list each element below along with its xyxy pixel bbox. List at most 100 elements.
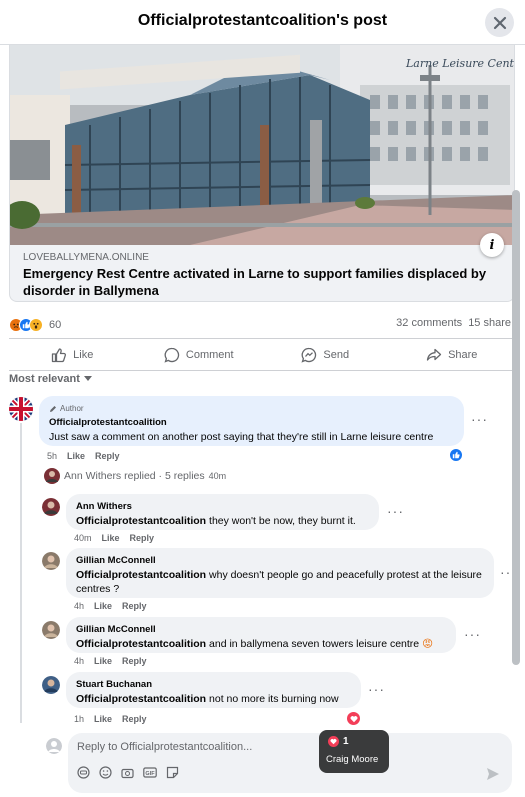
comment-author-name[interactable]: Ann Withers (76, 500, 369, 514)
avatar[interactable] (9, 397, 33, 421)
mention-link[interactable]: Officialprotestantcoalition (76, 569, 206, 581)
send-icon[interactable] (486, 767, 500, 781)
avatar[interactable] (42, 676, 60, 694)
angry-emoji: 😡 (422, 638, 434, 650)
comment-meta: 40m Like Reply (74, 533, 154, 543)
info-button[interactable]: i (480, 233, 504, 257)
more-options-button[interactable]: ··· (387, 503, 404, 519)
link-preview-card[interactable]: Larne Leisure Centre i LOVEBALLYMENA.ONL… (9, 45, 515, 302)
sort-label: Most relevant (9, 373, 80, 385)
comment-reply-link[interactable]: Reply (122, 601, 147, 611)
dialog-title: Officialprotestantcoalition's post (137, 12, 388, 29)
comment-author-name[interactable]: Gillian McConnell (76, 623, 446, 637)
image-sign-text: Larne Leisure Centre (405, 57, 515, 70)
comments-count[interactable]: 32 comments (396, 317, 462, 329)
comment-text: and in ballymena seven towers leisure ce… (206, 638, 420, 650)
link-domain: LOVEBALLYMENA.ONLINE (23, 252, 149, 263)
comment-reply-link[interactable]: Reply (95, 451, 120, 461)
close-button[interactable] (485, 8, 514, 37)
comment-time[interactable]: 40m (74, 533, 92, 543)
comment-like-link[interactable]: Like (94, 714, 112, 724)
comment-time[interactable]: 4h (74, 601, 84, 611)
reply-toolbar: GIF (77, 766, 179, 779)
avatar[interactable] (42, 621, 60, 639)
comment-author-name[interactable]: Gillian McConnell (76, 554, 484, 568)
post-content[interactable]: Larne Leisure Centre i LOVEBALLYMENA.ONL… (0, 45, 525, 797)
comment-sort-dropdown[interactable]: Most relevant (9, 373, 92, 385)
comment-bubble: Gillian McConnell Officialprotestantcoal… (66, 548, 494, 598)
comment-time[interactable]: 1h (74, 714, 84, 724)
article-image[interactable]: Larne Leisure Centre (10, 45, 515, 245)
comment-reply-link[interactable]: Reply (122, 656, 147, 666)
avatar[interactable] (42, 552, 60, 570)
comment-reply-link[interactable]: Reply (122, 714, 147, 724)
gif-icon[interactable]: GIF (143, 766, 157, 779)
post-action-bar: Like Comment Send Share (9, 338, 515, 371)
share-label: Share (448, 348, 478, 361)
comment-like-link[interactable]: Like (94, 656, 112, 666)
comment-like-link[interactable]: Like (67, 451, 85, 461)
comment-icon (164, 347, 180, 363)
comment-author-name[interactable]: Officialprotestantcoalition (49, 416, 454, 430)
comment-meta: 4h Like Reply (74, 656, 147, 666)
more-options-button[interactable]: ··· (368, 681, 385, 697)
comment-meta: 5h Like Reply (47, 451, 120, 461)
thread-line (20, 423, 22, 723)
emoji-icon[interactable] (99, 766, 112, 779)
comment-like-link[interactable]: Like (94, 601, 112, 611)
comment-time[interactable]: 5h (47, 451, 57, 461)
reaction-summary[interactable]: 60 (9, 316, 61, 334)
messenger-icon (301, 347, 317, 363)
engagement-counts: 32 comments 15 share (390, 317, 511, 329)
scrollbar[interactable] (512, 190, 520, 665)
mention-link[interactable]: Officialprotestantcoalition (76, 515, 206, 527)
comment-time[interactable]: 4h (74, 656, 84, 666)
replies-summary-text: Ann Withers replied · 5 replies (64, 470, 205, 482)
replies-summary[interactable]: Ann Withers replied · 5 replies 40m (44, 468, 226, 484)
comment-button[interactable]: Comment (136, 339, 263, 370)
send-button[interactable]: Send (262, 339, 389, 370)
avatar-sticker-icon[interactable] (77, 766, 90, 779)
comment-bubble: Author Officialprotestantcoalition Just … (39, 396, 464, 446)
replies-summary-time: 40m (208, 471, 227, 481)
comment-bubble: Ann Withers Officialprotestantcoalition … (66, 494, 379, 530)
mention-link[interactable]: Officialprotestantcoalition (76, 638, 206, 650)
reply-avatar (44, 468, 60, 484)
share-icon (426, 348, 442, 361)
author-badge: Author (49, 402, 454, 416)
comment-love-reaction-icon[interactable] (346, 711, 361, 726)
reply-placeholder: Reply to Officialprotestantcoalition... (77, 741, 253, 753)
reply-input[interactable]: Reply to Officialprotestantcoalition... … (68, 733, 512, 793)
caret-down-icon (83, 376, 92, 381)
shares-count[interactable]: 15 share (468, 317, 511, 329)
link-headline[interactable]: Emergency Rest Centre activated in Larne… (23, 265, 493, 299)
comment-author-name[interactable]: Stuart Buchanan (76, 678, 351, 692)
avatar[interactable] (46, 738, 62, 754)
comment-reply-link[interactable]: Reply (130, 533, 155, 543)
comment-bubble: Stuart Buchanan Officialprotestantcoalit… (66, 672, 361, 708)
comment-like-link[interactable]: Like (102, 533, 120, 543)
union-flag-avatar (9, 397, 33, 421)
comment-bubble: Gillian McConnell Officialprotestantcoal… (66, 617, 456, 653)
more-options-button[interactable]: ··· (471, 411, 488, 427)
comment-label: Comment (185, 348, 234, 361)
svg-text:GIF: GIF (145, 771, 155, 777)
close-icon (493, 16, 506, 29)
thumbs-up-icon (52, 347, 67, 362)
sticker-icon[interactable] (166, 766, 179, 779)
avatar[interactable] (42, 498, 60, 516)
comment-meta: 1h Like Reply (74, 714, 147, 724)
pencil-icon (50, 406, 56, 412)
send-label: Send (323, 348, 350, 361)
tooltip-count: 1 (343, 736, 349, 747)
info-icon: i (489, 237, 495, 253)
comment-text: they won't be now, they burnt it. (206, 515, 356, 527)
share-button[interactable]: Share (389, 339, 516, 370)
camera-icon[interactable] (121, 766, 134, 779)
like-button[interactable]: Like (9, 339, 136, 370)
mention-link[interactable]: Officialprotestantcoalition (76, 693, 206, 705)
wow-reaction-icon (29, 318, 43, 332)
more-options-button[interactable]: ··· (464, 626, 481, 642)
comment-like-reaction-icon[interactable] (449, 448, 463, 462)
reaction-tooltip: 1 Craig Moore (319, 730, 389, 773)
